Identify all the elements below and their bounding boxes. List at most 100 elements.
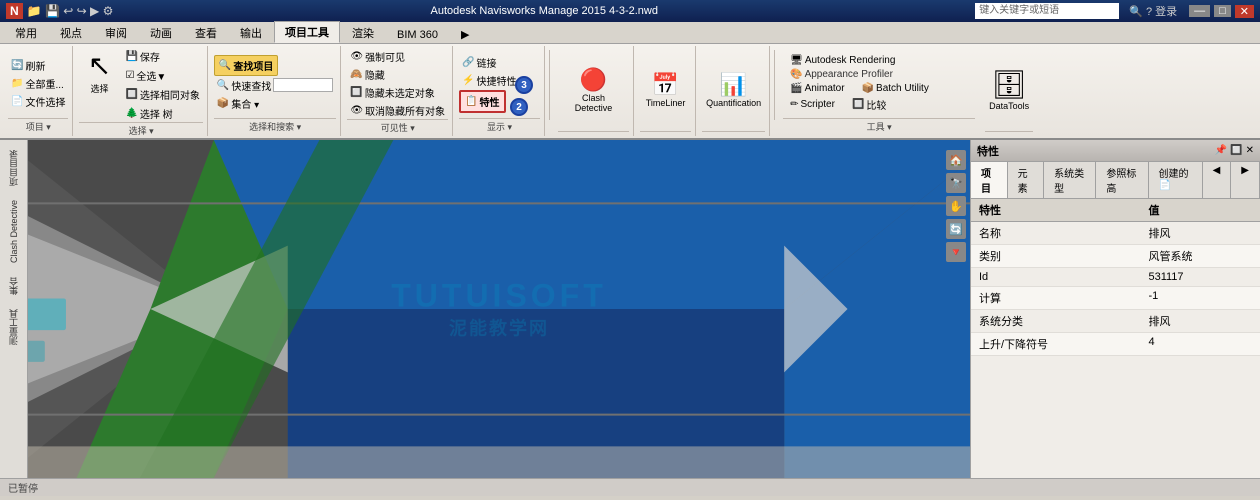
property-name: 名称	[971, 222, 1140, 245]
btn-quick-find[interactable]: 🔍快速查找	[214, 77, 336, 94]
titlebar-maximize[interactable]: □	[1214, 5, 1231, 17]
btn-clash-detective[interactable]: 🔴 ClashDetective	[564, 64, 624, 116]
tab-xuanran[interactable]: 渲染	[341, 22, 385, 43]
property-value: 排风	[1140, 310, 1260, 333]
panel-tab-system-type[interactable]: 系统类型	[1044, 162, 1096, 198]
group-label-visibility: 可见性 ▾	[347, 119, 448, 135]
btn-file-select[interactable]: 📄文件选择	[8, 93, 68, 110]
titlebar: N 📁 💾 ↩ ↪ ▶ ⚙ Autodesk Navisworks Manage…	[0, 0, 1260, 22]
panel-tabs: 项目 元素 系统类型 参照标高 创建的📄 ◀ ▶	[971, 162, 1260, 199]
btn-select-all[interactable]: ☑全选▼	[122, 67, 202, 84]
btn-collection[interactable]: 📦集合 ▾	[214, 95, 262, 112]
table-row: 名称排风	[971, 222, 1260, 245]
panel-titlebar: 特性 📌 🔲 ✕	[971, 140, 1260, 162]
sidebar-item-collection[interactable]: 集合	[5, 271, 22, 301]
tab-changyong[interactable]: 常用	[4, 22, 48, 43]
property-name: 上升/下降符号	[971, 333, 1140, 356]
btn-hide[interactable]: 🙈隐藏	[347, 66, 387, 83]
btn-appearance-profiler[interactable]: 🎨Appearance Profiler	[787, 68, 896, 81]
property-name: Id	[971, 268, 1140, 287]
titlebar-controls: 键入关键字或短语 🔍 ? 登录 — □ ✕	[975, 3, 1254, 19]
btn-scripter[interactable]: ✏Scripter	[787, 98, 838, 111]
group-label-tools	[558, 131, 629, 134]
tab-xiangmugongju[interactable]: 项目工具	[274, 21, 340, 43]
btn-find-item[interactable]: 🔍查找项目	[214, 55, 278, 76]
panel-restore[interactable]: 🔲	[1230, 145, 1242, 156]
col-header-value: 值	[1140, 199, 1260, 222]
panel-close[interactable]: ✕	[1246, 145, 1254, 156]
property-name: 计算	[971, 287, 1140, 310]
callout-2: 2	[510, 98, 528, 116]
viewport-btn-5[interactable]: 🔻	[946, 242, 966, 262]
property-value: -1	[1140, 287, 1260, 310]
panel-tab-created[interactable]: 创建的📄	[1149, 162, 1203, 198]
panel-content: 特性 值 名称排风类别风管系统Id531117计算-1系统分类排风上升/下降符号…	[971, 199, 1260, 478]
panel-tab-yuansu[interactable]: 元素	[1008, 162, 1045, 198]
search-box-title[interactable]: 键入关键字或短语	[975, 3, 1119, 19]
btn-animator[interactable]: 🎬Animator	[787, 82, 847, 95]
group-label-search: 选择和搜索 ▾	[214, 118, 336, 134]
table-row: 计算-1	[971, 287, 1260, 310]
group-label-timeliner	[640, 131, 691, 134]
titlebar-left: N 📁 💾 ↩ ↪ ▶ ⚙	[6, 3, 113, 19]
panel-pin[interactable]: 📌	[1215, 145, 1227, 156]
tab-donghua[interactable]: 动画	[139, 22, 183, 43]
sidebar-item-project-tree[interactable]: 项目目录	[5, 144, 22, 192]
property-name: 类别	[971, 245, 1140, 268]
main-area: 项目目录 Clash Detective 集合 测量工具	[0, 140, 1260, 478]
btn-quick-props[interactable]: ⚡快捷特性	[459, 72, 519, 89]
btn-datatools[interactable]: 🗄 DataTools	[985, 65, 1033, 114]
tab-bim360[interactable]: BIM 360	[386, 26, 449, 43]
viewport-btn-1[interactable]: 🏠	[946, 150, 966, 170]
tab-chakan[interactable]: 查看	[184, 22, 228, 43]
panel-tab-next[interactable]: ▶	[1231, 162, 1260, 198]
status-text: 已暂停	[8, 480, 38, 495]
titlebar-minimize[interactable]: —	[1189, 5, 1210, 17]
sidebar-item-clash[interactable]: Clash Detective	[7, 194, 21, 269]
tab-more[interactable]: ▶	[450, 25, 480, 43]
ribbon-group-quantification: 📊 Quantification	[698, 46, 770, 136]
viewport[interactable]: TUTUISOFT 泥能教学网 🏠 🔭 ✋ 🔄 🔻	[28, 140, 970, 478]
btn-select-same[interactable]: 🔲选择相同对象	[122, 86, 202, 103]
btn-reload-all[interactable]: 📁全部重...	[8, 75, 68, 92]
panel-title: 特性	[977, 143, 999, 159]
tab-shidian[interactable]: 视点	[49, 22, 93, 43]
btn-batch-utility[interactable]: 📦Batch Utility	[859, 82, 932, 95]
btn-properties[interactable]: 📋特性	[459, 90, 505, 113]
tab-shenyue[interactable]: 审阅	[94, 22, 138, 43]
properties-table: 特性 值 名称排风类别风管系统Id531117计算-1系统分类排风上升/下降符号…	[971, 199, 1260, 356]
divider-1	[549, 50, 550, 120]
btn-link[interactable]: 🔗链接	[459, 54, 499, 71]
tab-shuchu[interactable]: 输出	[229, 22, 273, 43]
ribbon: 🔄刷新 📁全部重... 📄文件选择 项目 ▾ ↖ 选择 💾保存 ☑全选▼ 🔲选择…	[0, 44, 1260, 140]
viewport-btn-4[interactable]: 🔄	[946, 219, 966, 239]
btn-timeliner[interactable]: 📅 TimeLiner	[642, 69, 690, 111]
btn-compare[interactable]: 🔲比较	[849, 96, 889, 113]
callout-3: 3	[515, 76, 533, 94]
titlebar-close[interactable]: ✕	[1235, 5, 1254, 18]
panel-tab-xiangmu[interactable]: 项目	[971, 162, 1008, 198]
btn-quantification[interactable]: 📊 Quantification	[702, 69, 765, 111]
btn-select-tree[interactable]: 🌲选择 树	[122, 105, 202, 122]
btn-force-visible[interactable]: 👁强制可见	[347, 48, 408, 65]
panel-tab-prev[interactable]: ◀	[1203, 162, 1232, 198]
property-value: 排风	[1140, 222, 1260, 245]
btn-refresh[interactable]: 🔄刷新	[8, 57, 68, 74]
btn-select[interactable]: ↖ 选择	[79, 48, 119, 98]
btn-hide-unselected[interactable]: 🔲隐藏未选定对象	[347, 84, 437, 101]
viewport-btn-3[interactable]: ✋	[946, 196, 966, 216]
property-name: 系统分类	[971, 310, 1140, 333]
btn-save[interactable]: 💾保存	[122, 48, 202, 65]
viewport-btn-2[interactable]: 🔭	[946, 173, 966, 193]
quick-find-input[interactable]	[273, 78, 333, 92]
group-label-xiangmu: 项目 ▾	[8, 118, 68, 134]
table-row: 上升/下降符号4	[971, 333, 1260, 356]
ribbon-group-xuanze: ↖ 选择 💾保存 ☑全选▼ 🔲选择相同对象 🌲选择 树 选择 ▾	[75, 46, 207, 136]
table-row: 系统分类排风	[971, 310, 1260, 333]
sidebar-item-measure[interactable]: 测量工具	[5, 303, 22, 351]
btn-show-all[interactable]: 👁取消隐藏所有对象	[347, 102, 448, 119]
panel-tab-ref-level[interactable]: 参照标高	[1096, 162, 1148, 198]
btn-autodesk-rendering[interactable]: 🖥Autodesk Rendering	[787, 54, 898, 67]
window-title: Autodesk Navisworks Manage 2015 4-3-2.nw…	[113, 5, 975, 17]
table-row: 类别风管系统	[971, 245, 1260, 268]
